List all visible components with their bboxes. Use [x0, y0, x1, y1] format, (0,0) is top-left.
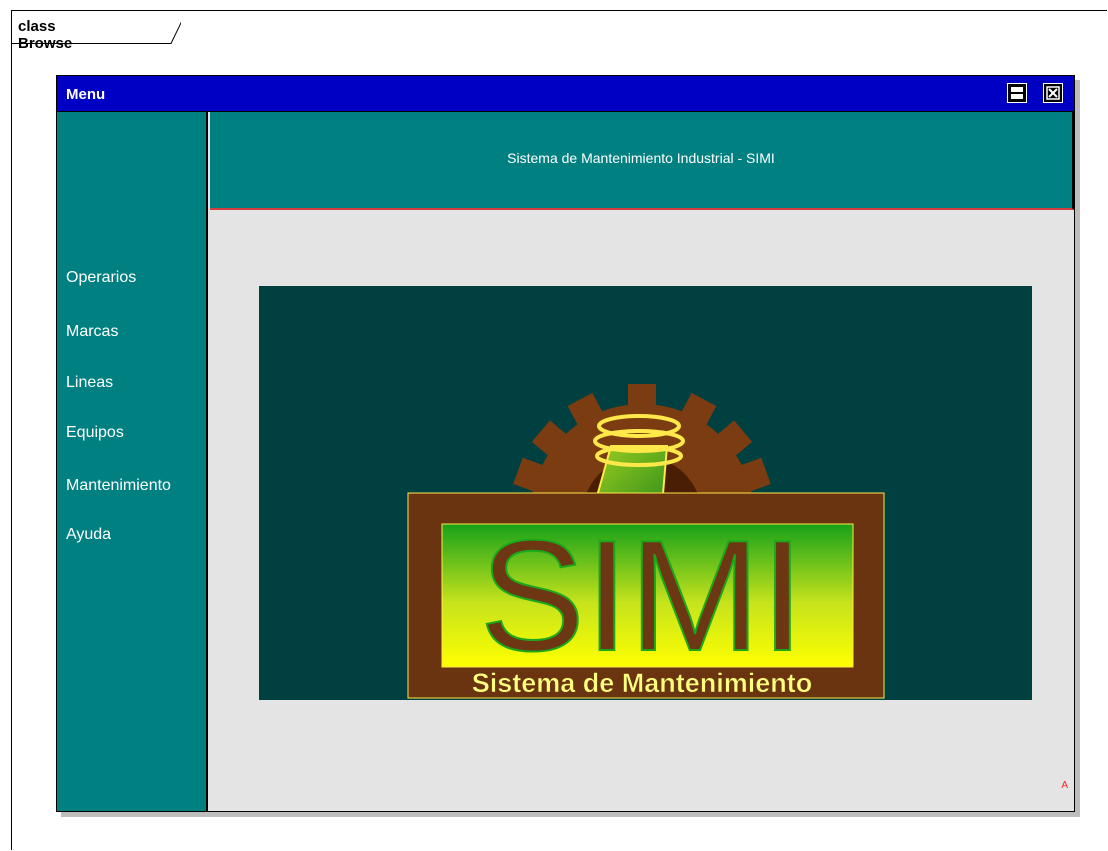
simi-logo: SIMI Sistema de Mantenimiento: [407, 384, 885, 699]
maximize-icon: [1011, 87, 1023, 99]
sidebar-item-marcas[interactable]: Marcas: [66, 323, 118, 341]
logo-subtitle: Sistema de Mantenimiento: [472, 668, 813, 698]
window-title: Menu: [66, 86, 106, 103]
sidebar-item-mantenimiento[interactable]: Mantenimiento: [66, 477, 171, 495]
close-icon: [1046, 86, 1060, 100]
sidebar-item-equipos[interactable]: Equipos: [66, 424, 124, 442]
window-titlebar[interactable]: Menu: [57, 76, 1074, 112]
menu-window: Menu Operarios Marcas Lineas Equipos Man…: [56, 75, 1075, 812]
sidebar-menu: Operarios Marcas Lineas Equipos Mantenim…: [57, 112, 208, 811]
close-button[interactable]: [1043, 83, 1063, 103]
header-panel: Sistema de Mantenimiento Industrial - SI…: [210, 112, 1074, 210]
maximize-button[interactable]: [1007, 83, 1027, 103]
header-title: Sistema de Mantenimiento Industrial - SI…: [507, 150, 775, 166]
anchor-mark: A: [1061, 780, 1068, 791]
frame-label: class Browse: [18, 18, 73, 52]
sidebar-item-ayuda[interactable]: Ayuda: [66, 526, 111, 544]
sidebar-item-operarios[interactable]: Operarios: [66, 269, 136, 287]
logo-text: SIMI: [480, 508, 805, 684]
logo-banner: SIMI Sistema de Mantenimiento: [259, 286, 1032, 700]
sidebar-item-lineas[interactable]: Lineas: [66, 374, 113, 392]
